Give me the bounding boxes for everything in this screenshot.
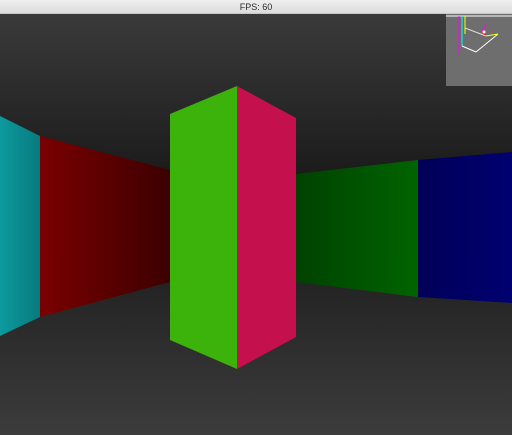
fps-counter: FPS: 60 (239, 2, 273, 12)
minimap (446, 14, 512, 86)
title-bar: FPS: 60 (0, 0, 512, 14)
pillar-face-crimson (237, 86, 296, 369)
right-wall-blue (418, 152, 512, 303)
minimap-player-marker (482, 30, 486, 34)
game-window: FPS: 60 (0, 0, 512, 435)
right-wall-green (296, 160, 418, 297)
pillar-face-green (170, 86, 237, 369)
far-left-wall-cyan (0, 116, 40, 336)
raycast-scene (0, 14, 512, 435)
game-viewport[interactable] (0, 14, 512, 435)
